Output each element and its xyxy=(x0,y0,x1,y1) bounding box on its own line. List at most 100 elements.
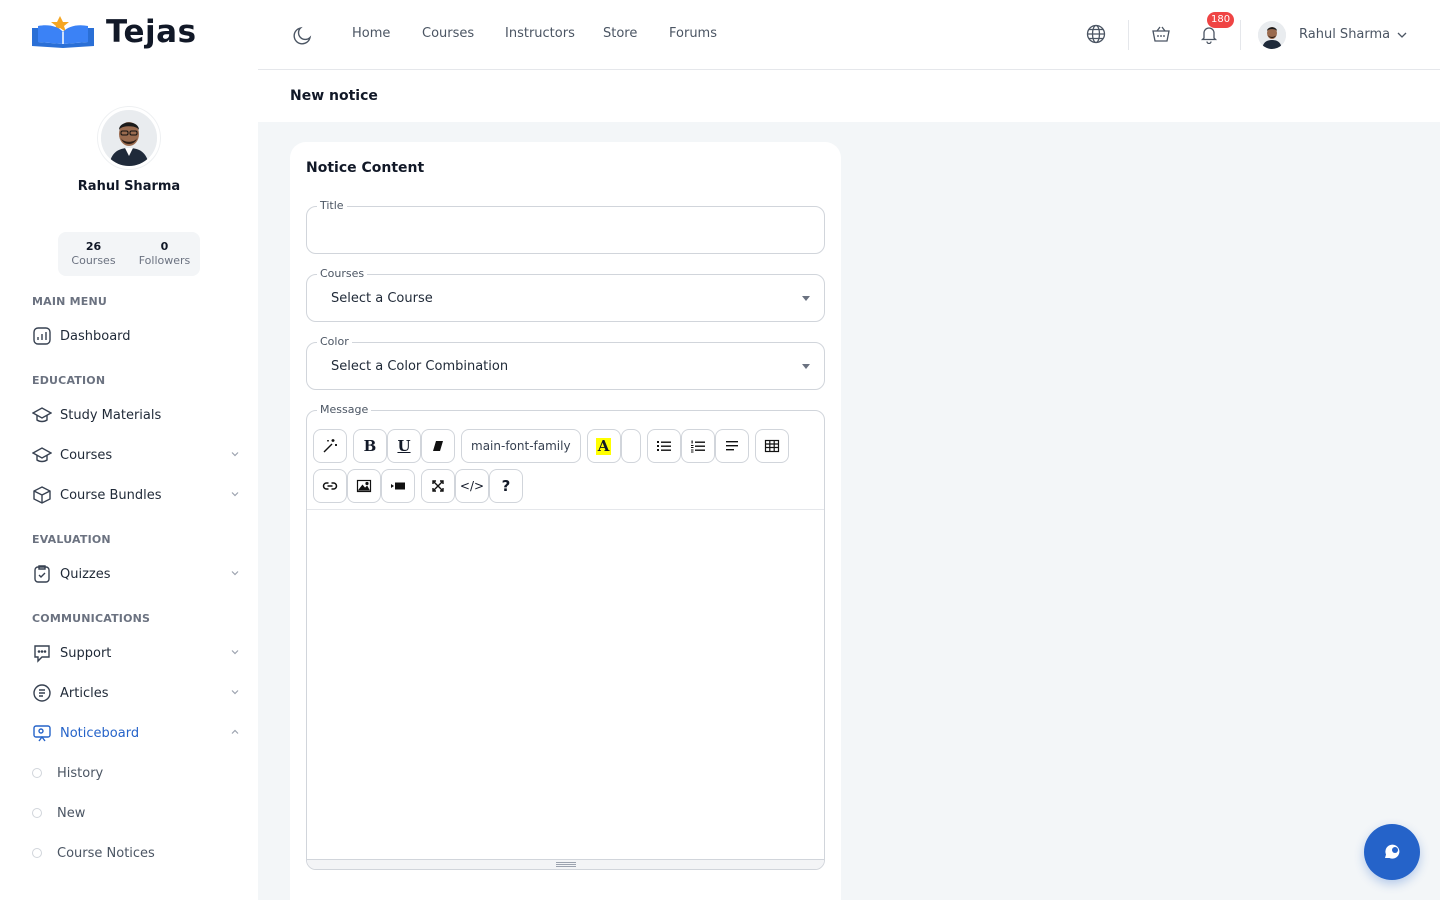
notification-count-badge: 180 xyxy=(1207,12,1235,28)
chevron-up-icon xyxy=(231,729,239,734)
brand-logo[interactable]: Tejas xyxy=(30,14,197,50)
courses-select-value: Select a Course xyxy=(331,291,433,306)
sidebar-subitem-history[interactable]: History xyxy=(32,762,240,784)
bullet-dot-icon xyxy=(32,768,42,778)
underline-button[interactable]: U xyxy=(387,429,421,463)
highlight-color-button[interactable]: A xyxy=(586,429,621,463)
chevron-down-icon xyxy=(231,492,239,497)
unordered-list-button[interactable] xyxy=(646,429,681,463)
ordered-list-button[interactable] xyxy=(680,429,715,463)
section-evaluation: EVALUATION xyxy=(32,533,111,546)
stat-courses[interactable]: 26 Courses xyxy=(58,232,129,276)
color-dropdown-button[interactable] xyxy=(620,429,641,463)
sidebar-item-label: Support xyxy=(60,645,112,661)
nav-link-store[interactable]: Store xyxy=(603,26,637,41)
insert-link-button[interactable] xyxy=(313,469,347,503)
magic-wand-icon xyxy=(323,439,337,453)
sidebar-subitem-new[interactable]: New xyxy=(32,802,240,824)
clipboard-check-icon xyxy=(34,565,50,583)
noticeboard-icon xyxy=(33,725,51,742)
profile-name: Rahul Sharma xyxy=(77,179,181,194)
caret-down-icon xyxy=(802,364,810,369)
sidebar-item-label: Noticeboard xyxy=(60,725,140,741)
sidebar-item-dashboard[interactable]: Dashboard xyxy=(32,324,240,348)
nav-link-courses[interactable]: Courses xyxy=(422,26,474,41)
message-editor: Message B U main-font-family A </> ? xyxy=(306,403,825,870)
sidebar-item-label: Quizzes xyxy=(60,566,111,582)
sidebar-item-course-bundles[interactable]: Course Bundles xyxy=(32,483,240,507)
link-icon xyxy=(322,482,338,490)
message-editor-area[interactable] xyxy=(307,510,824,859)
underline-label: U xyxy=(397,437,411,455)
fullscreen-button[interactable] xyxy=(421,469,455,503)
chevron-down-icon xyxy=(231,690,239,695)
sidebar-item-quizzes[interactable]: Quizzes xyxy=(32,562,240,586)
stat-followers[interactable]: 0 Followers xyxy=(129,232,200,276)
top-navbar: Home Courses Instructors Store Forums 18… xyxy=(258,0,1440,70)
message-dots-icon xyxy=(34,645,50,663)
title-field: Title xyxy=(306,199,825,254)
person-avatar-icon xyxy=(1258,21,1286,49)
bullet-dot-icon xyxy=(32,848,42,858)
page-title: New notice xyxy=(290,88,378,104)
chevron-down-icon xyxy=(231,571,239,576)
chat-support-button[interactable] xyxy=(1364,824,1420,880)
chevron-down-icon xyxy=(231,650,239,655)
resize-grip-icon xyxy=(556,862,576,867)
eraser-icon xyxy=(433,441,443,451)
font-family-dropdown[interactable]: main-font-family xyxy=(461,429,581,463)
nav-link-home[interactable]: Home xyxy=(352,26,390,41)
color-select[interactable]: Color Select a Color Combination xyxy=(306,335,825,390)
bold-button[interactable]: B xyxy=(353,429,387,463)
user-avatar[interactable] xyxy=(1258,21,1286,49)
unordered-list-icon xyxy=(656,441,671,451)
sidebar-item-support[interactable]: Support xyxy=(32,641,240,665)
notice-content-card: Notice Content Title Courses Select a Co… xyxy=(290,142,841,900)
sidebar-subitem-label: New xyxy=(57,805,86,821)
toolbar-divider xyxy=(1240,20,1241,50)
sidebar-subitem-label: Course Notices xyxy=(57,845,155,861)
insert-video-button[interactable] xyxy=(381,469,415,503)
dashboard-chart-icon xyxy=(33,327,51,345)
code-view-button[interactable]: </> xyxy=(455,469,489,503)
color-select-value: Select a Color Combination xyxy=(331,359,509,374)
stat-followers-value: 0 xyxy=(160,240,169,253)
courses-select[interactable]: Courses Select a Course xyxy=(306,267,825,322)
graduation-cap-icon xyxy=(32,447,52,463)
sidebar-subitem-label: History xyxy=(57,765,104,781)
clear-format-button[interactable] xyxy=(421,429,455,463)
help-button[interactable]: ? xyxy=(489,469,523,503)
sidebar-item-label: Course Bundles xyxy=(60,487,162,503)
highlight-label: A xyxy=(595,436,612,455)
editor-resize-handle[interactable] xyxy=(307,859,824,869)
card-title: Notice Content xyxy=(306,160,425,176)
sidebar-subitem-course-notices[interactable]: Course Notices xyxy=(32,842,240,864)
insert-image-button[interactable] xyxy=(347,469,381,503)
page-header: New notice xyxy=(258,70,1440,122)
nav-link-forums[interactable]: Forums xyxy=(669,26,717,41)
sidebar-item-noticeboard[interactable]: Noticeboard xyxy=(32,721,240,745)
globe-icon[interactable] xyxy=(1086,24,1106,44)
sidebar-item-study-materials[interactable]: Study Materials xyxy=(32,403,240,427)
title-input[interactable] xyxy=(307,207,824,253)
paragraph-align-button[interactable] xyxy=(714,429,749,463)
chevron-down-icon[interactable] xyxy=(1396,29,1408,41)
user-menu-name[interactable]: Rahul Sharma xyxy=(1299,27,1390,42)
sidebar-item-articles[interactable]: Articles xyxy=(32,681,240,705)
section-main-menu: MAIN MENU xyxy=(32,295,107,308)
basket-icon[interactable] xyxy=(1151,24,1171,44)
magic-wand-button[interactable] xyxy=(313,429,347,463)
stat-courses-label: Courses xyxy=(71,254,116,267)
nav-link-instructors[interactable]: Instructors xyxy=(505,26,575,41)
fullscreen-icon xyxy=(432,480,444,492)
moon-icon[interactable] xyxy=(292,24,314,46)
courses-label: Courses xyxy=(317,267,368,280)
table-button[interactable] xyxy=(754,429,789,463)
sidebar-item-courses[interactable]: Courses xyxy=(32,443,240,467)
caret-down-icon xyxy=(802,296,810,301)
color-label: Color xyxy=(317,335,352,348)
table-icon xyxy=(764,439,779,453)
sidebar: Tejas Rahul Sharma 26 Courses 0 Follower… xyxy=(0,0,258,900)
section-education: EDUCATION xyxy=(32,374,106,387)
profile-avatar[interactable] xyxy=(98,107,160,169)
